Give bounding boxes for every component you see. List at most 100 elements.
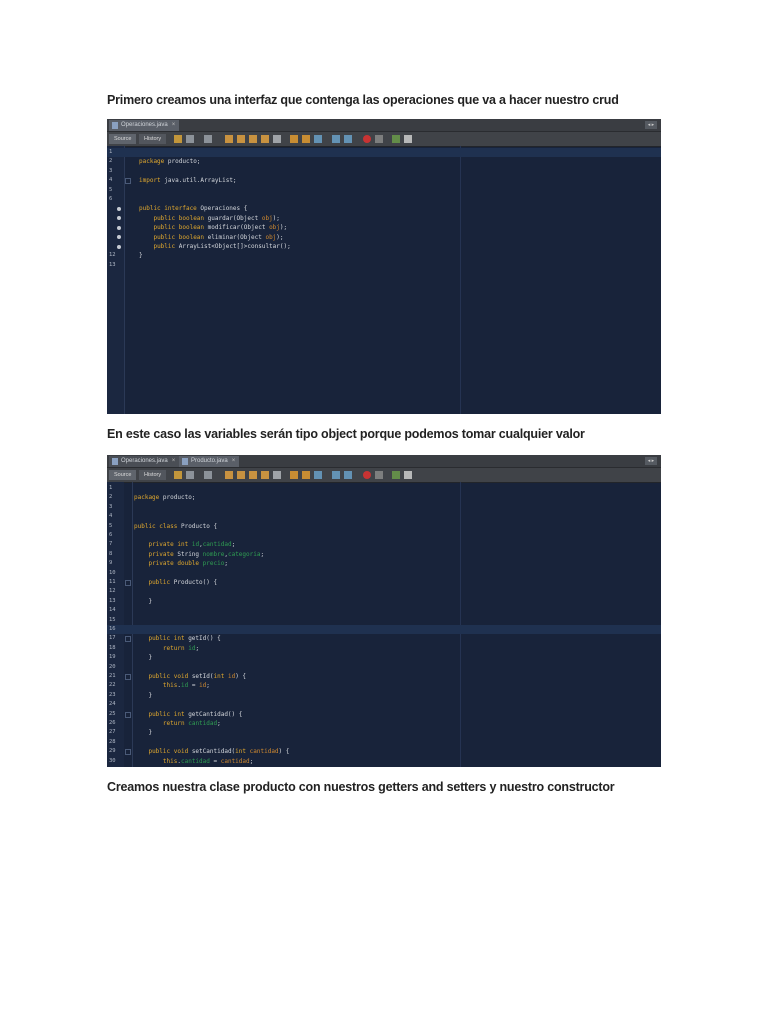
code-text: import java.util.ArrayList; [139,176,237,185]
code-token: = [188,682,200,690]
find-next-icon[interactable] [249,471,257,479]
record-macro-icon[interactable] [363,471,371,479]
toggle-bookmark-icon[interactable] [314,471,322,479]
code-token: public [148,579,171,586]
code-token: ); [279,224,288,232]
fold-icon[interactable] [125,580,131,586]
code-token: cantidad [249,748,279,756]
line-number: 18 [109,644,116,651]
line-number: 7 [109,541,113,548]
tab-label: Producto.java [191,458,228,464]
close-tab-icon[interactable]: × [172,458,176,464]
tab-producto-java[interactable]: Producto.java × [179,456,240,467]
tab-scroll-buttons[interactable]: ◂ ▸ [645,457,657,465]
shift-left-icon[interactable] [332,135,340,143]
tab-operaciones-java[interactable]: Operaciones.java × [109,120,180,131]
line-number: 24 [109,701,116,708]
forward-icon[interactable] [204,471,212,479]
code-text: public class Producto { [134,522,217,531]
caption-2: En este caso las variables serán tipo ob… [107,427,585,441]
tab-operaciones-java[interactable]: Operaciones.java × [109,456,180,467]
source-button[interactable]: Source [109,134,137,144]
toggle-highlight-icon[interactable] [261,135,269,143]
line-number: 10 [109,569,116,576]
line-number: 14 [109,607,116,614]
tab-scroll-buttons[interactable]: ◂ ▸ [645,121,657,129]
fold-icon[interactable] [125,636,131,643]
code-token: eliminar(Object [204,233,266,241]
comment-icon[interactable] [392,135,400,143]
line-number: 6 [109,196,113,202]
caption-3: Creamos nuestra clase producto con nuest… [107,780,615,794]
java-file-icon [112,122,118,129]
code-token: } [134,597,153,605]
code-line: 3 [107,503,661,512]
record-macro-icon[interactable] [363,135,371,143]
code-line: 8 private String nombre,categoria; [107,550,661,559]
selection-icon[interactable] [273,471,281,479]
code-token: ; [195,644,200,652]
code-line: 19 } [107,653,661,662]
uncomment-icon[interactable] [404,471,412,479]
line-number: 2 [109,494,113,501]
code-line: 1 [107,148,661,158]
stop-macro-icon[interactable] [375,135,383,143]
code-line: 3 [107,167,661,176]
stop-macro-icon[interactable] [375,471,383,479]
line-number: 11 [109,579,116,585]
code-token: package [139,158,165,166]
history-button[interactable]: History [139,134,167,144]
fold-icon[interactable] [125,711,131,718]
back-icon[interactable] [186,135,194,143]
next-bookmark-icon[interactable] [302,471,310,479]
line-number: 5 [109,522,113,529]
code-token: public boolean [153,214,205,222]
code-token: ; [224,560,228,568]
code-text: private String nombre,categoria; [134,550,264,559]
shift-right-icon[interactable] [344,135,352,143]
back-icon[interactable] [186,471,194,479]
last-edit-icon[interactable] [174,135,182,143]
code-text: package producto; [134,493,195,502]
source-button[interactable]: Source [109,470,137,480]
code-token: private int [148,541,189,549]
code-line: 28 [107,738,661,747]
close-tab-icon[interactable]: × [172,122,176,128]
toggle-highlight-icon[interactable] [261,471,269,479]
selection-icon[interactable] [273,135,281,143]
code-token: getId() { [184,635,221,643]
last-edit-icon[interactable] [174,471,182,479]
prev-bookmark-icon[interactable] [290,135,298,143]
fold-icon[interactable] [125,749,131,756]
code-token: cantidad [188,720,218,727]
comment-icon[interactable] [392,471,400,479]
forward-icon[interactable] [204,135,212,143]
fold-icon[interactable] [125,178,131,185]
find-icon[interactable] [225,471,233,479]
code-token: public void [148,748,189,756]
find-icon[interactable] [225,135,233,143]
toggle-bookmark-icon[interactable] [314,135,322,143]
line-number: 12 [109,588,116,595]
code-token: id [191,541,200,549]
code-text: return cantidad; [134,719,221,728]
tab-label: Operaciones.java [121,122,168,128]
code-token: ) { [235,673,247,680]
close-tab-icon[interactable]: × [232,458,236,464]
code-token: int [213,673,225,680]
prev-bookmark-icon[interactable] [290,471,298,479]
find-prev-icon[interactable] [237,471,245,479]
shift-left-icon[interactable] [332,471,340,479]
code-token: categoria [227,550,261,558]
code-token: ; [217,720,221,727]
shift-right-icon[interactable] [344,471,352,479]
uncomment-icon[interactable] [404,135,412,143]
find-prev-icon[interactable] [237,135,245,143]
next-bookmark-icon[interactable] [302,135,310,143]
fold-icon[interactable] [125,674,131,680]
history-button[interactable]: History [139,470,167,480]
find-next-icon[interactable] [249,135,257,143]
code-line: 21 public void setId(int id) { [107,672,661,681]
